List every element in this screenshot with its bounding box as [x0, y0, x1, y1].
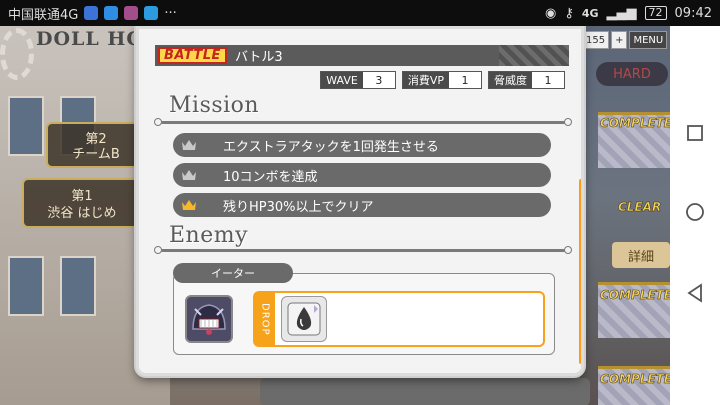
modal-header: BATTLE バトル3	[155, 45, 569, 66]
enemy-name: イーター	[173, 263, 293, 283]
signal-icon: ▂▄▆	[606, 5, 637, 21]
divider	[154, 246, 572, 254]
stat-value: 3	[362, 72, 395, 88]
battle-detail-modal: BATTLE バトル3 WAVE 3 消費VP 1 脅威度 1 Mission …	[136, 26, 584, 376]
crown-icon	[173, 169, 205, 181]
stat-wave: WAVE 3	[320, 71, 396, 89]
stat-threat: 脅威度 1	[488, 71, 565, 89]
stat-value: 1	[449, 72, 481, 88]
detail-button[interactable]: 詳細	[612, 242, 670, 268]
eye-icon: ◉	[544, 5, 557, 21]
bottom-bar	[260, 378, 590, 405]
clock: 09:42	[674, 5, 712, 21]
top-bar: 155 + MENU	[582, 28, 670, 52]
divider	[154, 118, 572, 126]
carrier-label: 中国联通4G	[8, 7, 79, 23]
recent-square-icon[interactable]	[686, 124, 704, 146]
crown-icon	[173, 199, 205, 211]
stage-card-location: 渋谷 はじめ	[47, 206, 117, 221]
clear-label: CLEAR	[618, 200, 662, 215]
stat-label: 消費VP	[402, 72, 449, 88]
building-window	[8, 256, 44, 316]
battery-icon: 72	[644, 6, 667, 20]
hard-button[interactable]: HARD	[596, 62, 668, 86]
app-notification-icon	[84, 6, 99, 20]
add-resource-button[interactable]: +	[611, 31, 628, 49]
stat-value: 1	[532, 72, 564, 88]
navigation-bar	[670, 26, 720, 405]
stage-card[interactable]: 第1 渋谷 はじめ	[22, 178, 142, 228]
stat-vp-cost: 消費VP 1	[401, 71, 482, 89]
stat-label: 脅威度	[489, 72, 532, 88]
app-notification-icon	[144, 6, 159, 20]
stat-label: WAVE	[321, 72, 363, 88]
complete-label: COMPLETE	[600, 372, 670, 387]
battle-badge: BATTLE	[158, 47, 227, 64]
complete-label: COMPLETE	[600, 288, 670, 303]
droplet-item-icon[interactable]	[281, 296, 327, 342]
mission-heading: Mission	[169, 93, 260, 118]
more-notifications-icon: ···	[164, 5, 177, 21]
mission-text: 10コンボを達成	[223, 169, 318, 185]
mission-text: エクストラアタックを1回発生させる	[223, 139, 439, 155]
scrollbar[interactable]	[579, 179, 581, 364]
drop-label: DROP	[255, 293, 275, 345]
enemy-heading: Enemy	[169, 223, 249, 248]
back-triangle-icon[interactable]	[686, 283, 704, 307]
stage-card[interactable]: 第2 チームB	[46, 122, 146, 168]
network-type: 4G	[581, 6, 599, 20]
menu-button[interactable]: MENU	[629, 31, 668, 49]
building-window	[8, 96, 44, 156]
mission-item: エクストラアタックを1回発生させる	[173, 133, 551, 157]
gear-decoration-icon	[0, 28, 34, 80]
stage-card-team: チームB	[72, 147, 120, 162]
app-notification-icon	[104, 6, 119, 20]
mission-text: 残りHP30%以上でクリア	[223, 199, 374, 215]
header-pattern	[499, 45, 569, 66]
resource-counter: 155	[582, 31, 610, 49]
stage-card-title: 第2	[85, 132, 107, 147]
crown-icon	[173, 139, 205, 151]
drop-panel: DROP	[253, 291, 545, 347]
battle-title: バトル3	[234, 50, 283, 65]
key-icon: ⚷	[564, 5, 574, 21]
complete-label: COMPLETE	[600, 116, 670, 131]
eater-monster-icon[interactable]	[185, 295, 233, 343]
mission-item: 10コンボを達成	[173, 163, 551, 187]
app-notification-icon	[124, 6, 139, 20]
stage-card-title: 第1	[71, 189, 93, 204]
building-window	[60, 256, 96, 316]
building-sign: DOLL HO	[36, 28, 144, 50]
home-circle-icon[interactable]	[685, 202, 705, 226]
battle-stats: WAVE 3 消費VP 1 脅威度 1	[320, 71, 565, 89]
mission-item-achieved: 残りHP30%以上でクリア	[173, 193, 551, 217]
status-bar: 中国联通4G ··· ◉ ⚷ 4G ▂▄▆ 72 09:42	[0, 0, 720, 26]
